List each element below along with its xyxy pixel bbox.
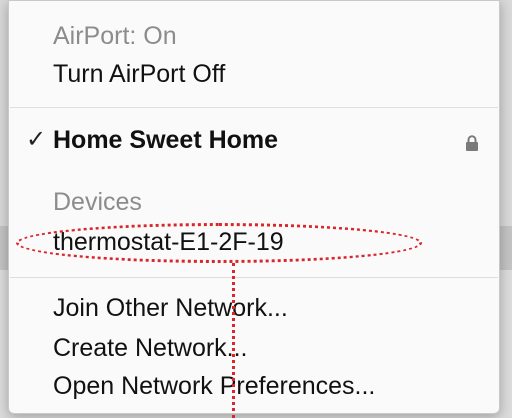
airport-status: AirPort: On	[53, 22, 177, 50]
turn-airport-off-item[interactable]: Turn AirPort Off	[53, 59, 225, 89]
checkmark-icon: ✓	[26, 126, 47, 153]
join-other-network-item[interactable]: Join Other Network...	[53, 293, 288, 323]
menu-separator	[10, 107, 498, 108]
create-network-item[interactable]: Create Network...	[53, 333, 248, 363]
device-item-thermostat[interactable]: thermostat-E1-2F-19	[53, 227, 284, 257]
devices-header: Devices	[53, 188, 142, 216]
airport-menu: AirPort: On Turn AirPort Off ✓ Home Swee…	[8, 0, 500, 414]
network-name: Home Sweet Home	[53, 126, 279, 154]
lock-icon	[466, 135, 478, 151]
menu-separator	[10, 277, 498, 278]
open-network-preferences-item[interactable]: Open Network Preferences...	[53, 371, 375, 401]
